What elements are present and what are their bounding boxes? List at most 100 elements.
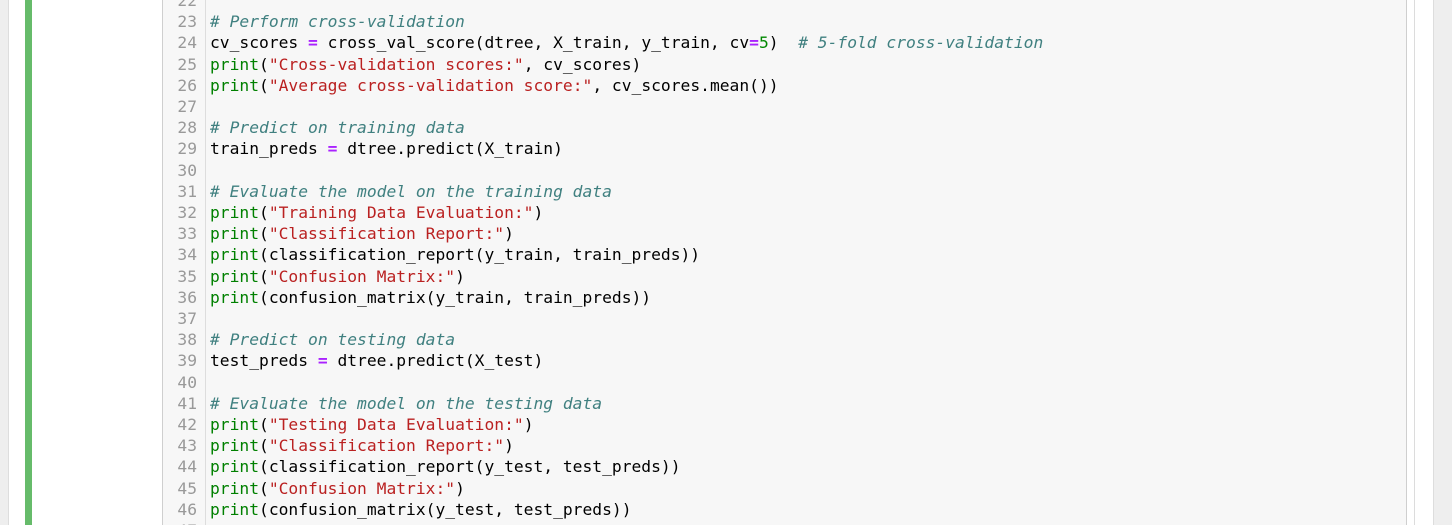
code-token: ) xyxy=(504,224,514,244)
line-source: print(classification_report(y_test, test… xyxy=(210,456,681,477)
code-token: ) xyxy=(533,203,544,222)
code-token: (classification_report(y_test, test_pred… xyxy=(259,457,681,477)
code-token: ) xyxy=(455,478,465,498)
code-line[interactable]: 39 test_preds = dtree.predict(X_test) xyxy=(163,350,1406,371)
code-line[interactable]: 26 print("Average cross-validation score:… xyxy=(163,75,1406,96)
code-token: train_preds xyxy=(210,139,328,159)
line-source: # Predict on training data xyxy=(210,117,465,138)
line-source: print("Testing Data Evaluation:") xyxy=(210,414,534,435)
code-token: ) xyxy=(455,266,465,286)
code-token: print xyxy=(210,203,260,222)
code-line[interactable]: 23 # Perform cross-validation xyxy=(163,11,1406,32)
code-line[interactable]: 32 print("Training Data Evaluation:") xyxy=(163,202,1406,223)
line-number: 38 xyxy=(177,330,197,350)
line-number: 32 xyxy=(177,203,197,222)
line-number: 43 xyxy=(177,436,197,456)
code-token: ( xyxy=(259,54,269,74)
code-token: ( xyxy=(259,436,269,456)
code-token: # Predict on training data xyxy=(210,118,465,138)
line-source: # Evaluate the model on the testing data xyxy=(210,393,602,414)
code-line[interactable]: 33 print("Classification Report:") xyxy=(163,223,1406,244)
code-line[interactable]: 36 print(confusion_matrix(y_train, train_… xyxy=(163,287,1406,308)
code-line[interactable]: 30 xyxy=(163,160,1406,181)
code-line[interactable]: 28 # Predict on training data xyxy=(163,117,1406,138)
line-number: 23 xyxy=(177,12,197,32)
code-token: ( xyxy=(259,478,269,498)
code-line[interactable]: 29 train_preds = dtree.predict(X_train) xyxy=(163,138,1406,159)
code-token: ( xyxy=(259,266,269,286)
line-number: 40 xyxy=(177,372,197,392)
line-number: 37 xyxy=(177,309,197,328)
code-token: "Confusion Matrix:" xyxy=(268,266,456,286)
code-token: (confusion_matrix(y_train, train_preds)) xyxy=(259,287,652,307)
code-token: "Average cross-validation score:" xyxy=(268,75,593,95)
code-line[interactable]: 40 xyxy=(163,372,1406,393)
code-line[interactable]: 42 print("Testing Data Evaluation:") xyxy=(163,414,1406,435)
line-number: 28 xyxy=(177,118,197,138)
code-token: cross_val_score(dtree, X_train, y_train,… xyxy=(317,33,750,53)
code-line[interactable]: 22 xyxy=(163,0,1406,11)
code-line[interactable]: 24 cv_scores = cross_val_score(dtree, X_t… xyxy=(163,32,1406,53)
code-token: (confusion_matrix(y_test, test_preds)) xyxy=(259,499,632,519)
cell-right-edge xyxy=(1414,0,1415,525)
code-token: = xyxy=(317,351,328,371)
code-line[interactable]: 31 # Evaluate the model on the training d… xyxy=(163,181,1406,202)
code-token: # Evaluate the model on the training dat… xyxy=(210,181,612,201)
code-token: "Testing Data Evaluation:" xyxy=(268,415,524,434)
code-token: "Classification Report:" xyxy=(268,224,505,244)
code-token: ) xyxy=(523,415,534,434)
code-token: # 5-fold cross-validation xyxy=(798,33,1044,53)
code-token: "Cross-validation scores:" xyxy=(268,54,524,74)
line-number: 39 xyxy=(177,351,197,371)
code-token: ) xyxy=(768,33,799,53)
code-line[interactable]: 37 xyxy=(163,308,1406,329)
line-number: 25 xyxy=(177,54,197,74)
selected-cell-indicator xyxy=(25,0,32,525)
line-source: # Predict on testing data xyxy=(210,329,455,350)
code-line[interactable]: 25 print("Cross-validation scores:", cv_s… xyxy=(163,54,1406,75)
line-source: cv_scores = cross_val_score(dtree, X_tra… xyxy=(210,32,1043,53)
line-number: 34 xyxy=(177,245,197,265)
line-number: 36 xyxy=(177,287,197,307)
line-number: 42 xyxy=(177,415,197,434)
code-token: "Training Data Evaluation:" xyxy=(268,203,534,222)
code-token: print xyxy=(210,287,260,307)
code-token: # Evaluate the model on the testing data xyxy=(210,393,603,413)
code-line[interactable]: 43 print("Classification Report:") xyxy=(163,435,1406,456)
code-editor[interactable]: 22 23 # Perform cross-validation 24 cv_score… xyxy=(162,0,1407,525)
line-source: print("Confusion Matrix:") xyxy=(210,266,465,287)
code-line[interactable]: 44 print(classification_report(y_test, te… xyxy=(163,456,1406,477)
code-token: dtree.predict(X_train) xyxy=(337,139,563,159)
line-source: # Evaluate the model on the training dat… xyxy=(210,181,612,202)
code-line[interactable]: 47 xyxy=(163,520,1406,525)
code-token: ( xyxy=(259,75,269,95)
code-token: 5 xyxy=(758,33,769,53)
line-source: print("Classification Report:") xyxy=(210,435,514,456)
code-token: = xyxy=(749,33,759,53)
code-token: , cv_scores) xyxy=(523,54,642,74)
code-token: print xyxy=(210,224,260,244)
line-source: print("Confusion Matrix:") xyxy=(210,478,465,499)
code-token: print xyxy=(210,245,260,265)
line-source: print("Cross-validation scores:", cv_sco… xyxy=(210,54,641,75)
code-line[interactable]: 46 print(confusion_matrix(y_test, test_pr… xyxy=(163,499,1406,520)
line-source: test_preds = dtree.predict(X_test) xyxy=(210,350,543,371)
line-source: print("Training Data Evaluation:") xyxy=(210,202,543,223)
line-number: 45 xyxy=(177,478,197,498)
code-line[interactable]: 27 xyxy=(163,96,1406,117)
code-line[interactable]: 38 # Predict on testing data xyxy=(163,329,1406,350)
code-token: ( xyxy=(259,415,269,434)
code-line[interactable]: 41 # Evaluate the model on the testing da… xyxy=(163,393,1406,414)
line-number: 31 xyxy=(177,181,197,201)
line-number: 41 xyxy=(177,393,197,413)
line-source: print("Classification Report:") xyxy=(210,223,514,244)
code-token: print xyxy=(210,266,260,286)
code-token: cv_scores xyxy=(210,33,309,53)
line-source: print(confusion_matrix(y_test, test_pred… xyxy=(210,499,632,520)
code-line[interactable]: 45 print("Confusion Matrix:") xyxy=(163,478,1406,499)
line-source: print("Average cross-validation score:",… xyxy=(210,75,779,96)
code-line[interactable]: 35 print("Confusion Matrix:") xyxy=(163,266,1406,287)
code-token: print xyxy=(210,499,260,519)
code-token: "Confusion Matrix:" xyxy=(268,478,456,498)
code-line[interactable]: 34 print(classification_report(y_train, t… xyxy=(163,244,1406,265)
